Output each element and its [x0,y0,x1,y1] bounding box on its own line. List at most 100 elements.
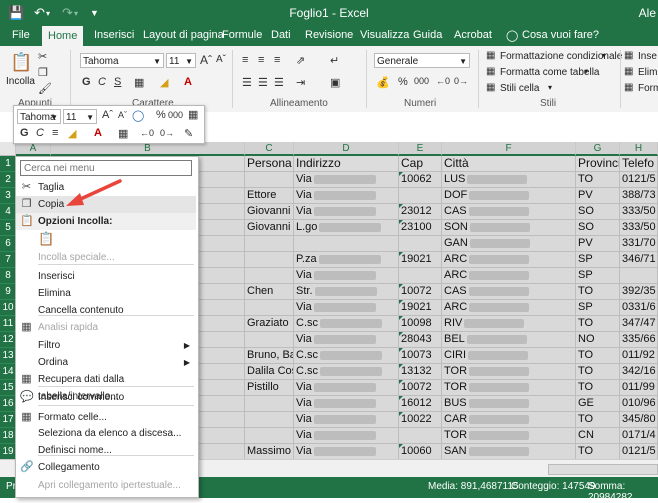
cell-g[interactable]: TO [576,172,620,188]
mini-font-size-combo[interactable]: 11 ▼ [63,109,97,124]
align-left-icon[interactable]: ☰ [242,76,252,89]
cell-d[interactable]: C.sc [294,348,399,364]
currency-icon[interactable]: ◯ [132,109,144,122]
menu-search-input[interactable] [20,160,192,176]
cell-c[interactable]: Persona [245,156,294,172]
menu-item-recupera-dati-dalla-tabella-intervallo[interactable]: ▦ Recupera dati dalla tabella/intervallo.… [16,371,196,402]
cell-h[interactable]: 333/50 [620,204,658,220]
cell-g[interactable]: Provincia [576,156,620,172]
cell-g[interactable]: PV [576,188,620,204]
cell-f[interactable]: GAN [442,236,576,252]
row-header[interactable]: 19 [0,444,16,459]
align-middle-icon[interactable]: ≡ [258,54,264,66]
cell-g[interactable]: TO [576,348,620,364]
italic-icon[interactable]: C [98,76,106,88]
row-header[interactable]: 14 [0,364,16,380]
cell-h[interactable]: Telefo [620,156,658,172]
tab-view[interactable]: Visualizza [360,29,409,41]
cell-g[interactable]: SP [576,268,620,284]
row-header[interactable]: 5 [0,220,16,236]
cell-c[interactable]: Chen [245,284,294,300]
column-header-a[interactable]: A [16,142,51,156]
paste-button[interactable]: Incolla [6,76,35,87]
cell-f[interactable]: ARC [442,268,576,284]
tell-me-search[interactable]: Cosa vuoi fare? [522,29,599,41]
row-header[interactable]: 17 [0,412,16,428]
menu-item-seleziona-da-elenco-a-discesa[interactable]: Seleziona da elenco a discesa... [16,425,196,442]
grow-font-icon[interactable]: Aˆ [200,53,212,67]
row-header[interactable]: 3 [0,188,16,204]
cell-g[interactable]: SP [576,252,620,268]
cell-f[interactable]: TOR [442,364,576,380]
row-header[interactable]: 4 [0,204,16,220]
cell-e[interactable]: 10072 [399,284,442,300]
decrease-decimal-icon[interactable]: 0→ [160,128,174,138]
cell-d[interactable]: Indirizzo [294,156,399,172]
cell-e[interactable]: 10062 [399,172,442,188]
cell-c[interactable] [245,252,294,268]
cell-f[interactable]: ARC [442,252,576,268]
cell-f[interactable]: CAR [442,412,576,428]
font-color-icon[interactable]: A [94,127,102,139]
currency-icon[interactable]: 💰 [376,76,390,89]
cell-c[interactable]: Ettore [245,188,294,204]
column-header-b[interactable]: B [51,142,245,156]
percent-icon[interactable]: % [156,109,166,121]
chevron-down-icon[interactable]: ▼ [459,54,467,69]
row-header[interactable]: 9 [0,284,16,300]
bold-icon[interactable]: G [82,76,91,88]
cell-e[interactable]: Cap [399,156,442,172]
cell-e[interactable]: 19021 [399,300,442,316]
cell-g[interactable]: TO [576,444,620,459]
align-top-icon[interactable]: ≡ [242,54,248,66]
cell-h[interactable]: 010/96 [620,396,658,412]
row-header[interactable]: 7 [0,252,16,268]
cell-f[interactable]: SAN [442,444,576,459]
chevron-down-icon[interactable]: ▾ [548,83,552,92]
cell-e[interactable]: 10073 [399,348,442,364]
cell-d[interactable]: Via [294,396,399,412]
cell-e[interactable]: 16012 [399,396,442,412]
column-header-c[interactable]: C [245,142,294,156]
cell-c[interactable]: Massimo [245,444,294,459]
bold-icon[interactable]: G [20,127,29,139]
cell-g[interactable]: TO [576,412,620,428]
row-header[interactable]: 11 [0,316,16,332]
cell-c[interactable] [245,396,294,412]
cell-h[interactable]: 0331/6 [620,300,658,316]
insert-cells-button[interactable]: Inse [638,51,657,62]
format-painter-icon[interactable]: ▦ [188,108,198,121]
cell-e[interactable] [399,268,442,284]
cell-f[interactable]: LUS [442,172,576,188]
tab-home[interactable]: Home [42,26,84,46]
column-header-e[interactable]: E [399,142,442,156]
align-right-icon[interactable]: ☰ [274,76,284,89]
cell-d[interactable]: Via [294,188,399,204]
mini-font-name-combo[interactable]: Tahoma ▼ [17,109,61,124]
align-center-icon[interactable]: ☰ [258,76,268,89]
cell-f[interactable]: BUS [442,396,576,412]
cell-c[interactable] [245,428,294,444]
cell-h[interactable]: 333/50 [620,220,658,236]
tab-review[interactable]: Revisione [305,29,353,41]
format-cells-ribbon-button[interactable]: Form [638,83,658,94]
cell-d[interactable]: Str. [294,284,399,300]
increase-decimal-icon[interactable]: ←0 [140,128,154,138]
cell-d[interactable] [294,236,399,252]
tab-file[interactable]: File [12,29,30,41]
horizontal-scrollbar[interactable] [548,464,658,475]
cell-g[interactable]: NO [576,332,620,348]
cell-d[interactable]: P.za [294,252,399,268]
column-header-h[interactable]: H [620,142,658,156]
cell-c[interactable] [245,268,294,284]
number-format-combo[interactable]: Generale ▼ [374,53,470,68]
tab-help[interactable]: Guida [413,29,442,41]
cell-f[interactable]: SON [442,220,576,236]
align-bottom-icon[interactable]: ≡ [274,54,280,66]
tab-page-layout[interactable]: Layout di pagina [143,29,224,41]
cell-d[interactable]: Via [294,428,399,444]
cell-d[interactable]: Via [294,380,399,396]
cell-h[interactable]: 388/73 [620,188,658,204]
borders-icon[interactable]: ▦ [134,76,144,89]
tab-data[interactable]: Dati [271,29,291,41]
